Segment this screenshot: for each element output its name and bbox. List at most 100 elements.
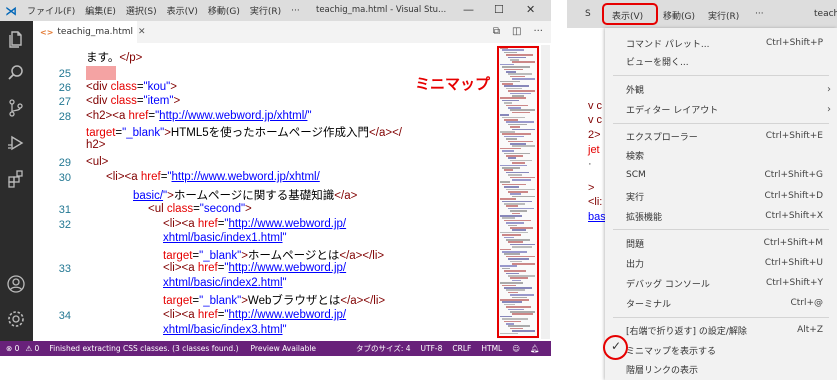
account-icon[interactable] [6,274,26,294]
menu-item-label: デバッグ コンソール [626,279,710,290]
code-fragment: <li: [588,196,603,208]
menu-item-explorer[interactable]: エクスプローラー Ctrl+Shift+E [626,127,837,145]
menu-selection[interactable]: 選択(S) [121,4,162,17]
vscode-logo-icon: ⋊ [5,3,17,18]
editor-actions: ⧉ ◫ ··· [493,26,543,37]
code-line[interactable]: target="_blank">HTML5を使ったホームページ作成入門</a><… [86,124,402,140]
shortcut: Ctrl+Shift+U [764,258,823,268]
minimize-button[interactable]: — [463,3,474,16]
menu-item-breadcrumbs[interactable]: 階層リンクの表示 [626,360,837,378]
view-menu-highlight [602,3,658,25]
status-language[interactable]: HTML [481,344,502,353]
line-number: 27 [58,96,71,108]
tab-teachig-ma[interactable]: <> teachig_ma.html ✕ [33,21,146,43]
code-line[interactable]: xhtml/basic/index1.html" [163,232,287,244]
menubar-title-fragment: teach [814,9,837,19]
menu-item-debug-console[interactable]: デバッグ コンソール Ctrl+Shift+Y [626,274,837,292]
line-number: 31 [58,204,71,216]
code-line[interactable]: xhtml/basic/index3.html" [163,324,287,336]
menu-item-open-view[interactable]: ビューを開く... [626,52,837,70]
restore-button[interactable]: ☐ [494,3,504,16]
tab-bar: <> teachig_ma.html ✕ ⧉ ◫ ··· [33,21,551,43]
menu-item-run[interactable]: 実行 Ctrl+Shift+D [626,187,837,205]
status-encoding[interactable]: UTF-8 [421,344,443,353]
code-fragment: > [588,182,595,194]
code-line[interactable]: <li><a href="http://www.webword.jp/xhtml… [106,171,320,183]
menu-item-label: [右端で折り返す] の設定/解除 [626,326,747,337]
shortcut: Ctrl+@ [790,298,823,308]
menu-item-search[interactable]: 検索 [626,146,837,164]
code-line[interactable]: target="_blank">ホームページとは</a></li> [163,247,384,263]
menu-item-toggle-word-wrap[interactable]: [右端で折り返す] の設定/解除 Alt+Z [626,321,837,339]
menu-run[interactable]: 実行(R) [245,4,286,17]
status-eol[interactable]: CRLF [452,344,471,353]
line-number: 29 [58,157,71,169]
menubar-fragment: S [585,9,591,19]
menu-view[interactable]: 表示(V) [162,4,203,17]
menu-item-scm[interactable]: SCM Ctrl+Shift+G [626,166,837,184]
menu-item-command-palette[interactable]: コマンド パレット... Ctrl+Shift+P [626,34,837,52]
menu-more[interactable]: ··· [286,6,305,16]
more-actions-icon[interactable]: ··· [533,26,543,37]
run-debug-icon[interactable] [6,133,26,153]
menubar-more[interactable]: ··· [755,9,764,19]
status-warnings[interactable]: ⚠ 0 [25,344,39,353]
menu-item-label: 出力 [626,259,645,270]
menu-item-terminal[interactable]: ターミナル Ctrl+@ [626,294,837,312]
shortcut: Ctrl+Shift+X [765,211,823,221]
search-icon[interactable] [6,63,26,83]
shortcut: Ctrl+Shift+G [764,170,823,180]
minimap-highlight-box [497,46,539,338]
menu-edit[interactable]: 編集(E) [80,4,121,17]
menu-item-problems[interactable]: 問題 Ctrl+Shift+M [626,234,837,252]
menu-item-editor-layout[interactable]: エディター レイアウト › [626,100,837,118]
code-line[interactable]: h2> [86,139,106,151]
code-line[interactable]: xhtml/basic/index2.html" [163,277,287,289]
menu-item-label: エクスプローラー [626,132,698,143]
extensions-icon[interactable] [6,169,26,189]
code-line[interactable]: <ul class="second"> [148,203,252,215]
code-line[interactable]: <ul> [86,156,108,168]
vertical-scrollbar[interactable] [541,45,550,339]
code-fragment: 2> [588,129,601,141]
menu-item-output[interactable]: 出力 Ctrl+Shift+U [626,254,837,272]
code-line[interactable]: <li><a href="http://www.webword.jp/ [163,262,346,274]
code-line[interactable]: basic/">ホームページに関する基礎知識</a> [133,187,357,203]
feedback-icon[interactable]: ☺ [512,344,520,353]
code-line[interactable]: ます。</p> [86,49,142,65]
tab-close-icon[interactable]: ✕ [138,27,146,37]
code-line[interactable]: <div class="item"> [86,95,180,107]
code-line[interactable]: <h2><a href="http://www.webword.jp/xhtml… [86,110,312,122]
split-editor-icon[interactable]: ◫ [512,26,521,37]
explorer-icon[interactable] [6,29,26,49]
code-line[interactable]: <li><a href="http://www.webword.jp/ [163,309,346,321]
status-preview[interactable]: Preview Available [251,344,317,353]
status-tab-size[interactable]: タブのサイズ: 4 [356,343,410,354]
view-dropdown-menu: コマンド パレット... Ctrl+Shift+P ビューを開く... 外観 › エ… [605,28,837,380]
shortcut: Alt+Z [797,325,823,335]
code-line[interactable]: <div class="kou"> [86,81,177,93]
open-preview-icon[interactable]: ⧉ [493,26,500,37]
line-number: 32 [58,219,71,231]
menubar-run[interactable]: 実行(R) [708,9,739,22]
status-errors[interactable]: ⊗ 0 [6,344,19,353]
menu-item-label: コマンド パレット... [626,39,710,50]
code-line[interactable]: target="_blank">Webブラウザとは</a></li> [163,292,385,308]
menu-item-appearance[interactable]: 外観 › [626,80,837,98]
source-control-icon[interactable] [6,98,26,118]
menu-item-label: 階層リンクの表示 [626,365,699,376]
menu-item-extensions[interactable]: 拡張機能 Ctrl+Shift+X [626,207,837,225]
menubar-go[interactable]: 移動(G) [663,9,695,22]
line-number: 26 [58,82,71,94]
close-button[interactable]: ✕ [526,3,535,16]
settings-gear-icon[interactable] [6,309,26,329]
menu-file[interactable]: ファイル(F) [22,4,80,17]
chevron-right-icon: › [827,83,831,95]
menu-go[interactable]: 移動(G) [203,4,245,17]
notifications-bell-icon[interactable]: 🔔︎ [530,344,540,353]
minimap-annotation-label: ミニマップ [415,75,491,93]
menu-item-label: ビューを開く... [626,57,689,68]
menu-item-label: ミニマップを表示する [626,346,717,357]
menu-item-show-minimap[interactable]: ミニマップを表示する [626,341,837,359]
code-line[interactable]: <li><a href="http://www.webword.jp/ [163,218,346,230]
